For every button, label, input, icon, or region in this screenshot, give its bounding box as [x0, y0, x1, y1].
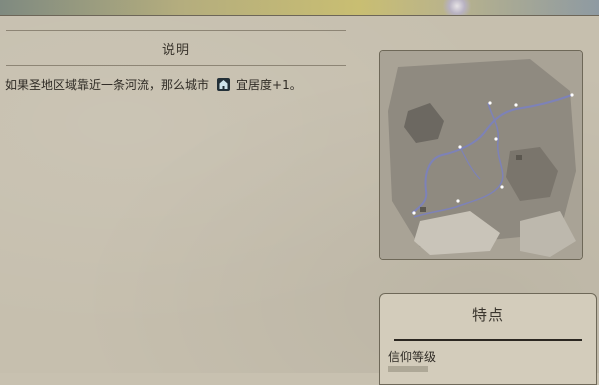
description-title: 说明	[161, 42, 190, 58]
traits-divider	[394, 339, 582, 341]
map-preview	[379, 50, 583, 260]
traits-row-faith-level: 信仰等级	[388, 350, 437, 364]
description-text-before: 如果圣地区域靠近一条河流，那么城市	[5, 78, 210, 92]
traits-card: 特点 信仰等级	[379, 293, 597, 385]
description-header: 说明	[6, 30, 346, 66]
unit-sprite	[440, 0, 474, 15]
traits-title: 特点	[471, 306, 504, 324]
traits-row-partial	[388, 366, 428, 372]
amenity-icon	[217, 78, 231, 91]
description-text: 如果圣地区域靠近一条河流，那么城市 宜居度+1。	[5, 76, 302, 93]
description-text-after: 宜居度+1。	[236, 78, 302, 92]
top-map-strip	[0, 0, 599, 16]
